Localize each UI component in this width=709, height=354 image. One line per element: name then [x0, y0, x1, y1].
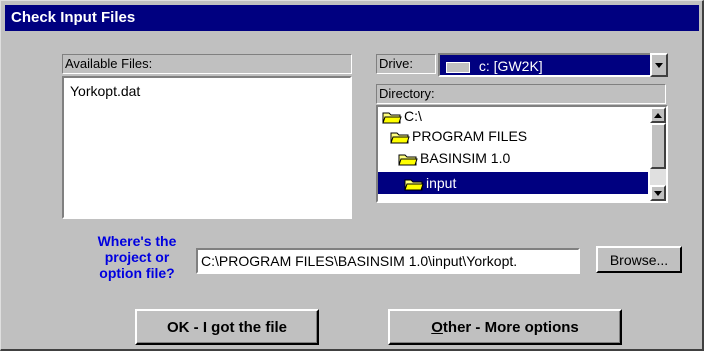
file-path-input[interactable]: C:\PROGRAM FILES\BASINSIM 1.0\input\York… [196, 248, 580, 274]
more-options-button[interactable]: Other - More options [388, 309, 622, 345]
directory-list[interactable]: C:\ PROGRAM FILES BASINSIM 1.0 input [376, 105, 668, 203]
scroll-thumb[interactable] [650, 123, 666, 169]
available-files-label: Available Files: [62, 54, 352, 74]
list-item-selected[interactable]: input [378, 172, 648, 194]
list-item[interactable]: Yorkopt.dat [70, 83, 140, 99]
ok-button[interactable]: OK - I g ot the file [135, 309, 319, 345]
list-item[interactable]: PROGRAM FILES [390, 128, 527, 144]
title-bar: Check Input Files [5, 5, 699, 31]
scroll-down-button[interactable] [650, 185, 666, 201]
directory-scrollbar[interactable] [650, 107, 666, 201]
folder-open-icon [382, 112, 402, 124]
window-title: Check Input Files [11, 9, 136, 26]
dialog-window: Check Input Files Available Files: Yorko… [0, 0, 704, 351]
folder-open-icon [404, 179, 424, 191]
drive-label: Drive: [376, 54, 436, 74]
available-files-list[interactable]: Yorkopt.dat [62, 76, 352, 219]
list-item[interactable]: BASINSIM 1.0 [398, 150, 510, 166]
folder-open-icon [390, 132, 410, 144]
chevron-down-icon [654, 190, 662, 196]
drive-dropdown-button[interactable] [650, 53, 668, 77]
list-item[interactable]: C:\ [382, 108, 422, 124]
folder-open-icon [398, 154, 418, 166]
browse-button[interactable]: Browse... [596, 246, 682, 273]
directory-label: Directory: [376, 84, 666, 104]
drive-value: c: [GW2K] [478, 58, 543, 74]
file-prompt: Where's the project or option file? [97, 233, 177, 281]
scroll-up-button[interactable] [650, 107, 666, 123]
drive-icon [446, 61, 470, 73]
chevron-down-icon [655, 62, 663, 68]
file-path-value: C:\PROGRAM FILES\BASINSIM 1.0\input\York… [201, 253, 518, 269]
chevron-up-icon [654, 112, 662, 118]
drive-select[interactable]: c: [GW2K] [438, 53, 668, 77]
